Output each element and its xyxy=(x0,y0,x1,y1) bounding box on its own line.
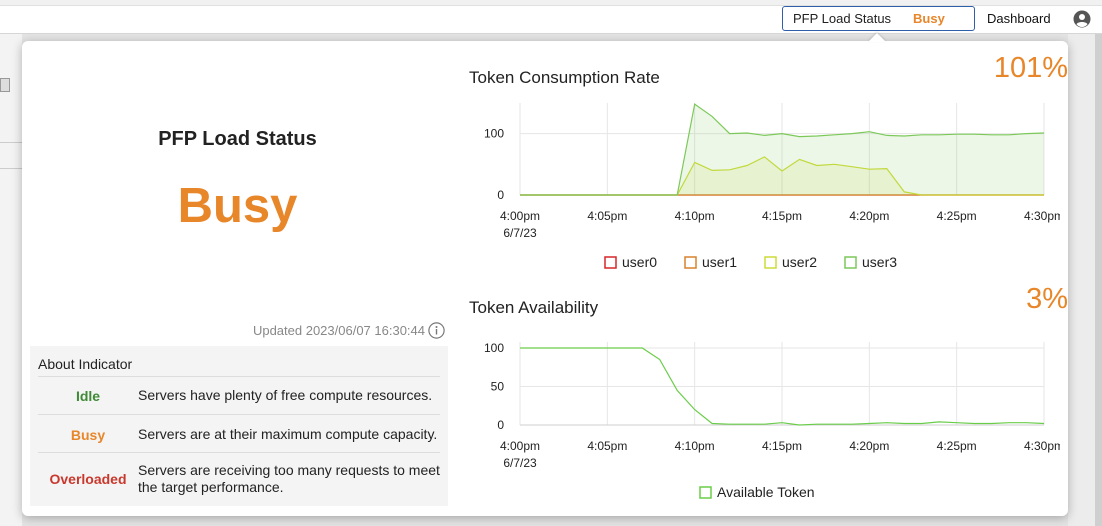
legend-label: user0 xyxy=(622,254,657,270)
token-availability-chart: 4:00pm 6/7/23 4:05pm 4:10pm 4:15pm 4:20pm 4:25… xyxy=(484,341,1060,500)
x-tick-label: 4:25pm xyxy=(937,439,977,453)
x-tick-date-label: 6/7/23 xyxy=(503,226,537,240)
indicator-name-busy: Busy xyxy=(70,427,106,443)
y-tick-label: 100 xyxy=(484,341,504,355)
indicator-desc-overloaded: Servers are receiving too many requests … xyxy=(138,462,443,496)
background-scrollbar[interactable] xyxy=(1095,34,1102,526)
x-tick-label: 4:30pm xyxy=(1024,439,1060,453)
indicator-name-idle: Idle xyxy=(75,388,101,404)
user-account-icon[interactable] xyxy=(1073,10,1091,28)
x-tick-label: 4:10pm xyxy=(675,209,715,223)
legend-label: Available Token xyxy=(717,484,815,500)
background-divider xyxy=(0,168,22,169)
load-status-value: Busy xyxy=(913,11,945,26)
indicator-row-idle: Idle Servers have plenty of free compute… xyxy=(38,376,440,415)
indicator-name-overloaded: Overloaded xyxy=(49,471,127,487)
indicator-desc-line: Servers are receiving too many requests … xyxy=(138,462,440,478)
x-tick-label: 4:00pm xyxy=(500,209,540,223)
indicator-desc-busy: Servers are at their maximum compute cap… xyxy=(138,426,443,443)
legend-swatch xyxy=(604,256,617,269)
info-icon[interactable] xyxy=(428,322,445,339)
updated-timestamp: Updated 2023/06/07 16:30:44 xyxy=(252,323,425,338)
about-indicator-box: About Indicator Idle Servers have plenty… xyxy=(30,346,448,506)
x-tick-label: 4:00pm xyxy=(500,439,540,453)
legend-swatch xyxy=(699,486,712,499)
token-consumption-chart: 4:00pm 6/7/23 4:05pm 4:10pm 4:15pm 4:20pm 4:25… xyxy=(484,103,1060,270)
chart-title-availability: Token Availability xyxy=(469,298,599,317)
indicator-row-busy: Busy Servers are at their maximum comput… xyxy=(38,414,440,453)
x-tick-label: 4:20pm xyxy=(849,209,889,223)
panel-title: PFP Load Status xyxy=(158,128,317,150)
x-tick-label: 4:05pm xyxy=(587,439,627,453)
popover-arrow xyxy=(868,33,886,42)
y-tick-label: 100 xyxy=(484,127,504,141)
y-tick-label: 0 xyxy=(497,188,504,202)
legend-swatch xyxy=(764,256,777,269)
x-tick-label: 4:15pm xyxy=(762,439,802,453)
dashboard-link[interactable]: Dashboard xyxy=(987,11,1051,26)
legend-swatch xyxy=(684,256,697,269)
legend-swatch xyxy=(844,256,857,269)
legend-label: user2 xyxy=(782,254,817,270)
load-status-label: PFP Load Status xyxy=(793,11,892,26)
legend-item-user1[interactable]: user1 xyxy=(684,254,737,270)
top-bar: PFP Load Status Busy Dashboard xyxy=(0,0,1102,34)
background-page-left xyxy=(0,34,22,526)
indicator-desc-line: the target performance. xyxy=(138,479,284,495)
indicator-desc-idle: Servers have plenty of free compute reso… xyxy=(138,387,443,404)
x-tick-date-label: 6/7/23 xyxy=(503,456,537,470)
legend-item-available-token[interactable]: Available Token xyxy=(699,484,815,500)
availability-percentage: 3% xyxy=(1026,283,1068,315)
y-tick-label: 50 xyxy=(491,380,505,394)
x-tick-label: 4:25pm xyxy=(937,209,977,223)
x-tick-label: 4:05pm xyxy=(587,209,627,223)
about-indicator-heading: About Indicator xyxy=(38,356,133,372)
legend-item-user2[interactable]: user2 xyxy=(764,254,817,270)
background-page-right xyxy=(1068,34,1102,526)
indicator-desc-line: Servers have plenty of free compute reso… xyxy=(138,387,433,403)
x-tick-label: 4:30pm xyxy=(1024,209,1060,223)
x-tick-label: 4:20pm xyxy=(849,439,889,453)
legend-label: user1 xyxy=(702,254,737,270)
indicator-desc-line: Servers are at their maximum compute cap… xyxy=(138,426,438,442)
panel-status-value: Busy xyxy=(177,179,298,233)
x-tick-label: 4:10pm xyxy=(675,439,715,453)
background-divider xyxy=(0,142,22,143)
legend-item-user3[interactable]: user3 xyxy=(844,254,897,270)
legend-label: user3 xyxy=(862,254,897,270)
x-tick-label: 4:15pm xyxy=(762,209,802,223)
chart-title-consumption: Token Consumption Rate xyxy=(469,68,660,87)
background-control xyxy=(0,78,10,92)
y-tick-label: 0 xyxy=(497,418,504,432)
consumption-percentage: 101% xyxy=(993,52,1068,84)
load-status-button[interactable]: PFP Load Status Busy xyxy=(782,6,975,31)
indicator-row-overloaded: Overloaded Servers are receiving too man… xyxy=(38,452,440,503)
legend-item-user0[interactable]: user0 xyxy=(604,254,657,270)
